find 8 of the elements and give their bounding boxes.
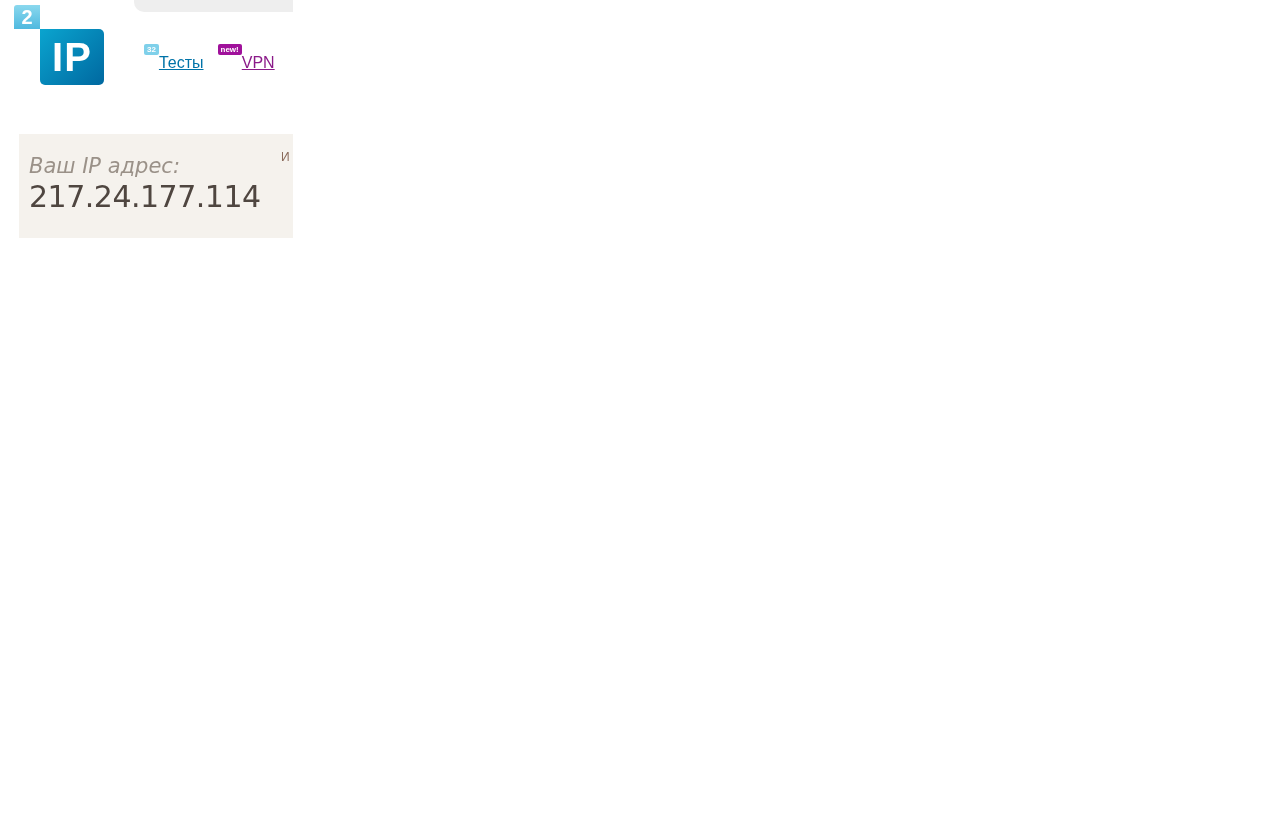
count-badge: new! [217,44,242,55]
nav-link[interactable]: Тесты [158,54,204,72]
ip-address: 217.24.177.114 [29,178,262,216]
count-badge: 32 [144,44,159,55]
ip-label: Ваш IP адрес: [29,154,181,178]
info-text: И [281,150,290,166]
nav-link[interactable]: VPN [241,54,275,72]
logo-mark[interactable]: IP [40,29,104,85]
